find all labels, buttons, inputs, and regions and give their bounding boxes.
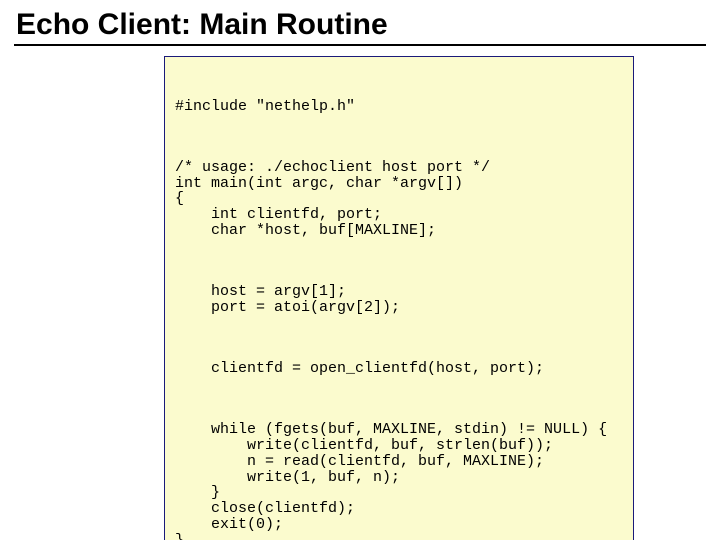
slide-title: Echo Client: Main Routine [16, 8, 706, 42]
code-box: #include "nethelp.h" /* usage: ./echocli… [164, 56, 634, 540]
code-main-decl: /* usage: ./echoclient host port */ int … [175, 160, 623, 239]
code-include: #include "nethelp.h" [175, 99, 623, 115]
code-args: host = argv[1]; port = atoi(argv[2]); [175, 284, 623, 316]
code-loop: while (fgets(buf, MAXLINE, stdin) != NUL… [175, 422, 623, 540]
slide: Echo Client: Main Routine #include "neth… [0, 0, 720, 540]
title-underline [14, 44, 706, 46]
code-open-client: clientfd = open_clientfd(host, port); [175, 361, 623, 377]
